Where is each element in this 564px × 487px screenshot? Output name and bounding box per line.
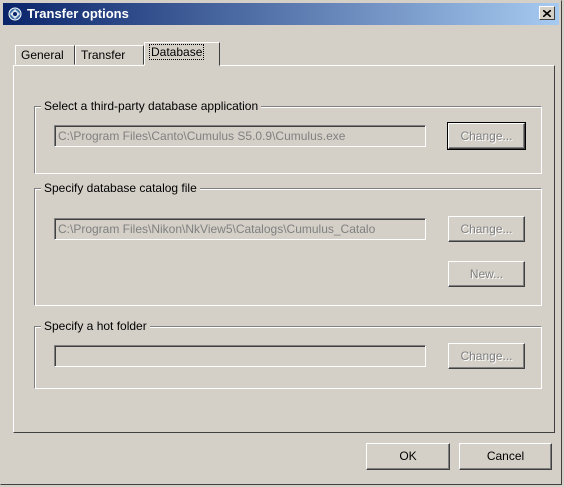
tab-transfer[interactable]: Transfer [75, 45, 144, 65]
group-hot-folder-legend: Specify a hot folder [41, 319, 150, 333]
tab-database-label: Database [148, 44, 205, 60]
group-catalog-file-legend: Specify database catalog file [41, 181, 200, 195]
group-db-application-legend: Select a third-party database applicatio… [41, 99, 262, 113]
title-bar[interactable]: Transfer options [3, 3, 559, 25]
tab-general-label: General [21, 48, 64, 62]
db-application-path-field[interactable]: C:\Program Files\Canto\Cumulus S5.0.9\Cu… [54, 125, 426, 147]
close-icon [543, 9, 551, 17]
hot-folder-change-button[interactable]: Change... [448, 343, 525, 369]
tab-database[interactable]: Database [144, 42, 220, 66]
ok-button[interactable]: OK [366, 443, 450, 470]
cancel-button[interactable]: Cancel [459, 443, 552, 470]
close-button[interactable] [539, 6, 555, 20]
db-application-change-button[interactable]: Change... [447, 122, 526, 150]
tab-transfer-label: Transfer [81, 48, 126, 62]
tab-general[interactable]: General [15, 45, 75, 65]
transfer-app-icon [7, 6, 23, 22]
catalog-new-button[interactable]: New... [448, 261, 525, 287]
catalog-file-path-field[interactable]: C:\Program Files\Nikon\NkView5\Catalogs\… [54, 218, 426, 240]
database-tab-panel: Select a third-party database applicatio… [13, 65, 555, 433]
group-db-application: Select a third-party database applicatio… [34, 99, 542, 174]
hot-folder-path-field[interactable] [54, 345, 426, 367]
catalog-change-button[interactable]: Change... [448, 216, 525, 242]
transfer-options-dialog: Transfer options General Transfer Databa… [0, 0, 562, 485]
group-hot-folder: Specify a hot folder Change... [34, 319, 542, 389]
window-title: Transfer options [27, 6, 129, 21]
group-catalog-file: Specify database catalog file C:\Program… [34, 181, 542, 306]
